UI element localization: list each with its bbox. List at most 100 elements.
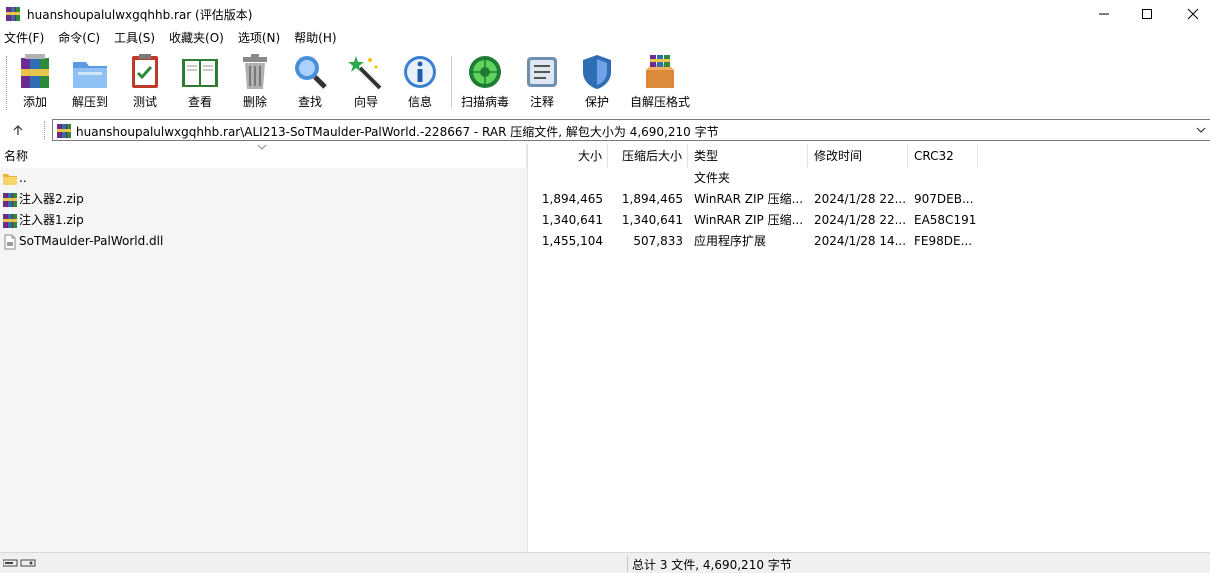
wizard-button[interactable]: 向导: [346, 52, 386, 112]
column-divider[interactable]: [527, 144, 528, 552]
sfx-button[interactable]: 自解压格式: [628, 52, 692, 112]
find-label: 查找: [297, 95, 322, 109]
info-icon: [404, 56, 436, 88]
wizard-label: 向导: [353, 95, 378, 109]
menu-commands[interactable]: 命令(C): [54, 28, 104, 48]
sfx-icon: [646, 55, 674, 88]
file-type: WinRAR ZIP 压缩...: [694, 192, 804, 206]
extract-to-button[interactable]: 解压到: [69, 52, 111, 112]
file-packed-size: 507,833: [633, 234, 683, 248]
folder-icon: [3, 174, 17, 185]
comment-label: 注释: [529, 95, 554, 109]
delete-label: 删除: [242, 95, 267, 109]
menu-favorites[interactable]: 收藏夹(O): [165, 28, 228, 48]
status-summary: 总计 3 文件, 4,690,210 字节: [632, 558, 792, 572]
delete-icon: [243, 54, 267, 89]
window-title: huanshoupalulwxgqhhb.rar (评估版本): [27, 8, 253, 22]
wizard-icon: [348, 56, 382, 90]
file-modified: 2024/1/28 22...: [814, 192, 906, 206]
status-bar: 总计 3 文件, 4,690,210 字节: [0, 552, 1210, 573]
file-crc32: 907DEB...: [914, 192, 974, 206]
file-name: 注入器1.zip: [19, 213, 84, 227]
table-row[interactable]: .. 文件夹: [0, 168, 1210, 189]
status-divider: [627, 555, 628, 572]
file-type: 文件夹: [694, 171, 731, 185]
file-size: [528, 168, 603, 189]
menu-tools[interactable]: 工具(S): [110, 28, 159, 48]
column-modified[interactable]: 修改时间: [808, 144, 908, 168]
arrow-up-icon: [13, 125, 23, 135]
toolbar-grip: [6, 56, 9, 110]
close-button[interactable]: [1170, 0, 1210, 28]
column-size[interactable]: 大小: [528, 144, 608, 168]
table-row[interactable]: 注入器1.zip 1,340,641 1,340,641 WinRAR ZIP …: [0, 210, 1210, 231]
zip-archive-icon: [3, 193, 17, 207]
test-icon: [132, 54, 158, 88]
menu-options[interactable]: 选项(N): [234, 28, 284, 48]
maximize-button[interactable]: [1124, 0, 1170, 28]
close-icon: [1187, 8, 1199, 20]
test-label: 测试: [132, 95, 157, 109]
sort-down-icon: [257, 144, 267, 150]
file-size: 1,340,641: [541, 213, 603, 227]
file-size: 1,894,465: [541, 192, 603, 206]
info-label: 信息: [407, 95, 432, 109]
maximize-icon: [1142, 9, 1152, 19]
chevron-down-icon[interactable]: [1196, 125, 1206, 135]
column-crc32[interactable]: CRC32: [908, 144, 978, 168]
extract-to-icon: [73, 62, 107, 88]
comment-icon: [527, 57, 557, 87]
file-crc32: [914, 168, 976, 189]
dll-file-icon: [4, 234, 16, 250]
title-bar: huanshoupalulwxgqhhb.rar (评估版本): [0, 0, 1210, 28]
file-packed-size: 1,340,641: [621, 213, 683, 227]
virus-scan-icon: [469, 56, 501, 88]
info-button[interactable]: 信息: [400, 52, 440, 112]
test-button[interactable]: 测试: [125, 52, 165, 112]
file-crc32: EA58C191: [914, 213, 976, 227]
protect-label: 保护: [584, 95, 609, 109]
column-header: 名称 大小 压缩后大小 类型 修改时间 CRC32: [0, 144, 1210, 168]
file-modified: 2024/1/28 22...: [814, 213, 906, 227]
address-text: huanshoupalulwxgqhhb.rar\ALI213-SoTMauld…: [76, 125, 719, 139]
file-size: 1,455,104: [541, 234, 603, 248]
table-row[interactable]: 注入器2.zip 1,894,465 1,894,465 WinRAR ZIP …: [0, 189, 1210, 210]
view-label: 查看: [187, 95, 212, 109]
minimize-button[interactable]: [1081, 0, 1127, 28]
add-archive-icon: [21, 54, 49, 88]
file-crc32: FE98DE...: [914, 234, 973, 248]
toolbar: 添加 解压到 测试 查看 删除 查找 向导 信息 扫描病毒 注释 保护 自解压格…: [0, 50, 1210, 116]
file-name: 注入器2.zip: [19, 192, 84, 206]
file-name: ..: [19, 171, 27, 185]
view-button[interactable]: 查看: [178, 52, 222, 112]
extract-to-label: 解压到: [71, 95, 108, 109]
add-button[interactable]: 添加: [15, 52, 55, 112]
add-label: 添加: [22, 95, 47, 109]
menu-help[interactable]: 帮助(H): [290, 28, 340, 48]
protect-icon: [583, 55, 611, 89]
address-grip: [44, 121, 47, 139]
sfx-label: 自解压格式: [629, 95, 690, 109]
minimize-icon: [1099, 13, 1109, 15]
up-folder-button[interactable]: [8, 120, 28, 140]
virus-scan-button[interactable]: 扫描病毒: [459, 52, 511, 112]
winrar-app-icon: [6, 7, 20, 21]
delete-button[interactable]: 删除: [235, 52, 275, 112]
menu-file[interactable]: 文件(F): [0, 28, 48, 48]
find-button[interactable]: 查找: [290, 52, 330, 112]
comment-button[interactable]: 注释: [522, 52, 562, 112]
column-packed-size[interactable]: 压缩后大小: [608, 144, 688, 168]
file-type: 应用程序扩展: [694, 234, 767, 248]
drive-status-icon: [3, 559, 36, 567]
table-row[interactable]: SoTMaulder-PalWorld.dll 1,455,104 507,83…: [0, 231, 1210, 252]
column-type[interactable]: 类型: [688, 144, 808, 168]
file-packed-size: 1,894,465: [621, 192, 683, 206]
file-modified: [814, 168, 906, 189]
toolbar-separator: [451, 56, 452, 108]
rar-archive-icon: [57, 124, 71, 138]
protect-button[interactable]: 保护: [577, 52, 617, 112]
virus-scan-label: 扫描病毒: [460, 95, 509, 109]
zip-archive-icon: [3, 214, 17, 228]
address-field[interactable]: huanshoupalulwxgqhhb.rar\ALI213-SoTMauld…: [52, 119, 1210, 141]
file-type: WinRAR ZIP 压缩...: [694, 213, 804, 227]
